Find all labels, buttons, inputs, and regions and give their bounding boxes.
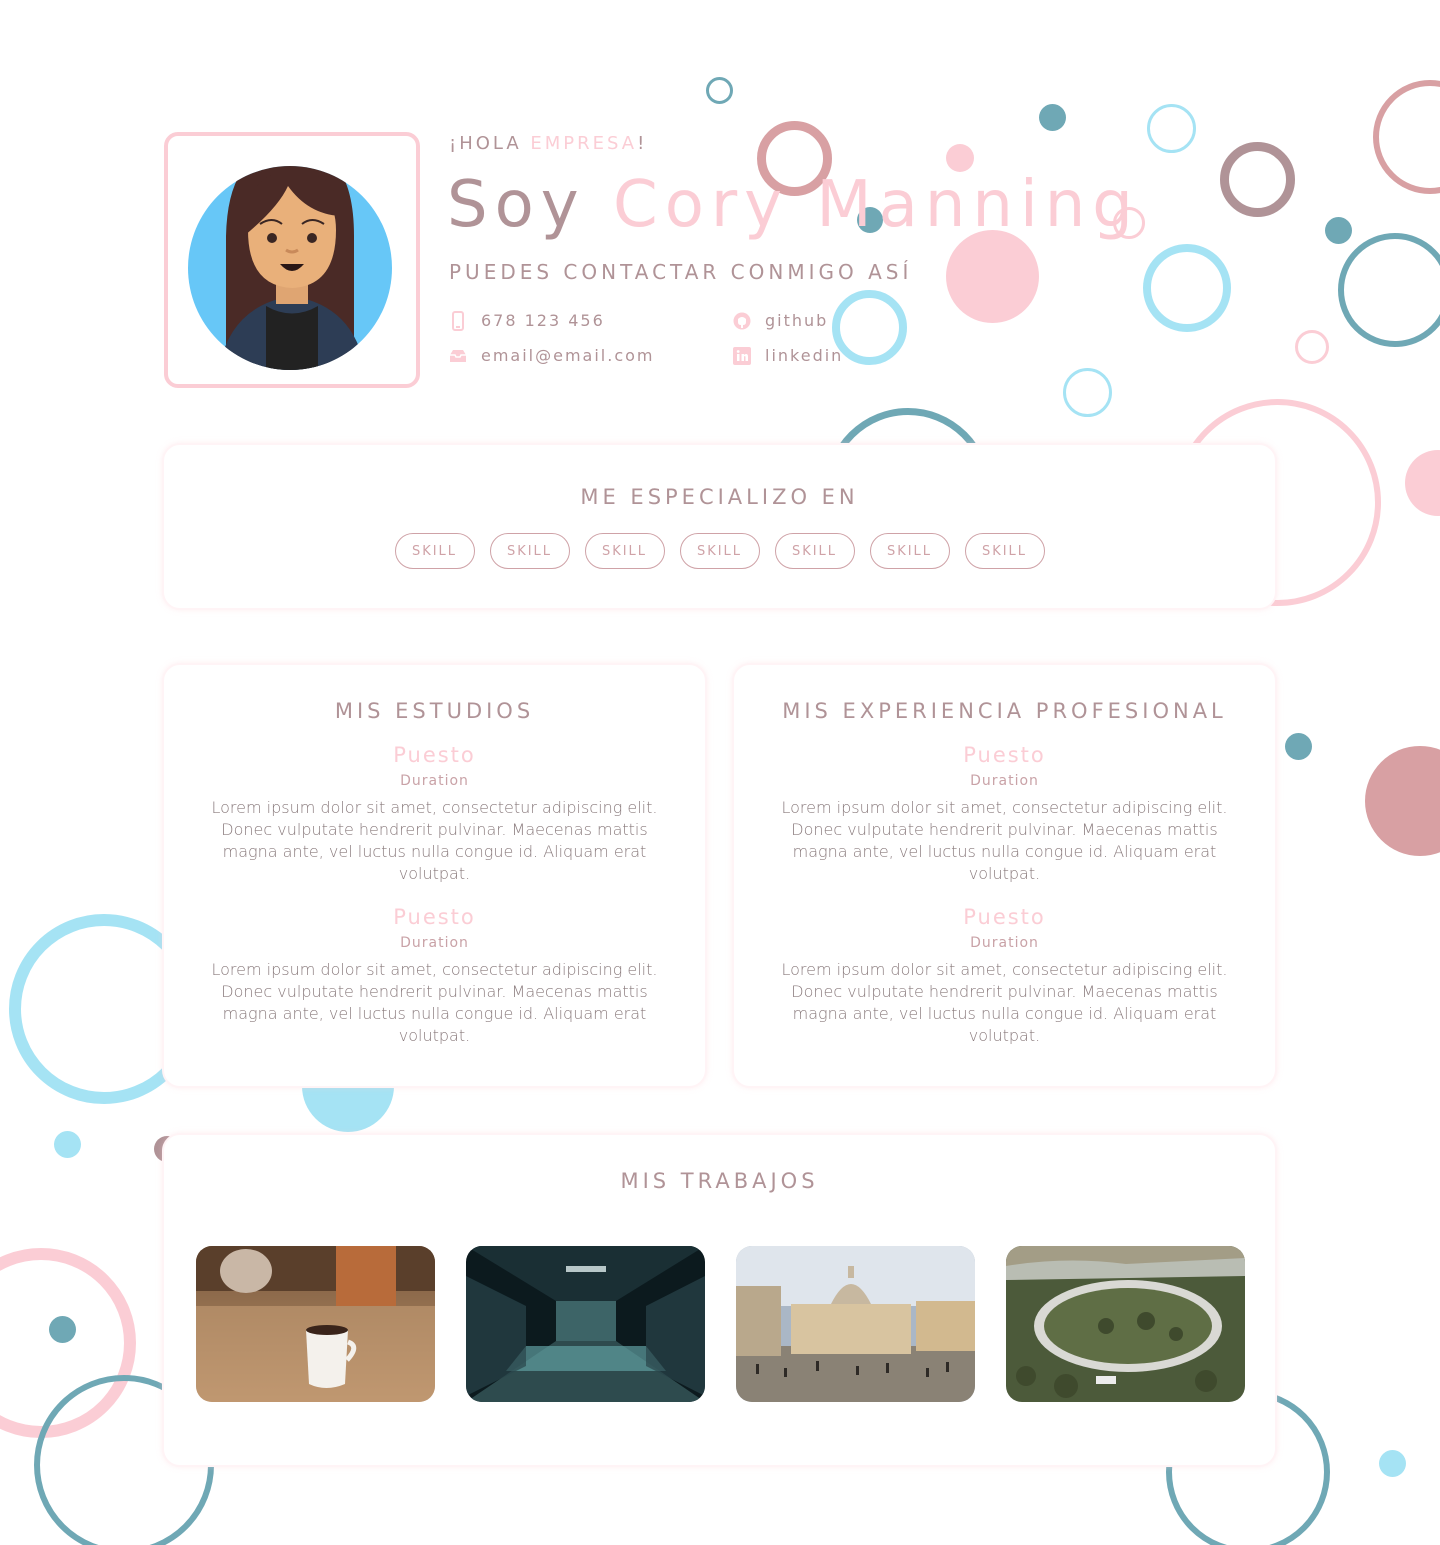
entry-description: Lorem ipsum dolor sit amet, consectetur … xyxy=(781,960,1228,1045)
decorative-circle xyxy=(1405,450,1440,516)
entry-position: Puesto xyxy=(393,743,476,767)
phone-icon xyxy=(449,310,467,331)
contact-github[interactable]: github xyxy=(733,311,828,330)
skills-title: ME ESPECIALIZO EN xyxy=(580,485,859,509)
basilica-square-photo xyxy=(736,1246,975,1402)
contact-title: PUEDES CONTACTAR CONMIGO ASÍ xyxy=(449,260,913,284)
skill-tag: SKILL xyxy=(394,533,475,569)
entry-description: Lorem ipsum dolor sit amet, consectetur … xyxy=(211,798,658,883)
contact-github-label: github xyxy=(765,311,829,330)
experience-section: MIS EXPERIENCIA PROFESIONAL Puesto Durat… xyxy=(732,663,1277,1088)
decorative-circle xyxy=(1379,1450,1406,1477)
skill-tag: SKILL xyxy=(774,533,855,569)
skill-tag: SKILL xyxy=(679,533,760,569)
study-entry: Puesto Duration Lorem ipsum dolor sit am… xyxy=(164,905,705,1047)
experience-entry: Puesto Duration Lorem ipsum dolor sit am… xyxy=(734,743,1275,885)
linkedin-icon xyxy=(733,346,751,365)
decorative-circle xyxy=(1295,330,1329,364)
entry-position: Puesto xyxy=(963,743,1046,767)
greeting-suffix: ! xyxy=(637,133,648,154)
skill-tag: SKILL xyxy=(489,533,570,569)
greeting: ¡HOLA EMPRESA! xyxy=(449,133,647,154)
decorative-circle xyxy=(1285,733,1312,760)
entry-duration: Duration xyxy=(400,935,469,951)
work-thumbnail-coffee-cup[interactable] xyxy=(196,1246,435,1402)
contact-email-label: email@email.com xyxy=(481,346,655,365)
github-icon xyxy=(733,312,751,330)
skill-tag: SKILL xyxy=(584,533,665,569)
contact-email[interactable]: email@email.com xyxy=(449,346,655,365)
entry-description: Lorem ipsum dolor sit amet, consectetur … xyxy=(211,960,658,1045)
decorative-circle xyxy=(49,1316,76,1343)
contact-phone[interactable]: 678 123 456 xyxy=(449,310,605,331)
work-thumbnail-glass-corridor[interactable] xyxy=(466,1246,705,1402)
glass-corridor-photo xyxy=(466,1246,705,1402)
decorative-circle xyxy=(706,77,733,104)
experience-title: MIS EXPERIENCIA PROFESIONAL xyxy=(782,699,1227,723)
skill-tag: SKILL xyxy=(964,533,1045,569)
decorative-circle xyxy=(1220,142,1295,217)
contact-linkedin-label: linkedin xyxy=(765,346,844,365)
entry-duration: Duration xyxy=(400,773,469,789)
skills-section: ME ESPECIALIZO EN SKILL SKILL SKILL SKIL… xyxy=(162,443,1277,610)
experience-entry: Puesto Duration Lorem ipsum dolor sit am… xyxy=(734,905,1275,1047)
decorative-circle xyxy=(1325,217,1352,244)
entry-duration: Duration xyxy=(970,935,1039,951)
greeting-prefix: ¡HOLA xyxy=(449,133,531,154)
decorative-circle xyxy=(1338,233,1440,347)
entry-position: Puesto xyxy=(963,905,1046,929)
entry-description: Lorem ipsum dolor sit amet, consectetur … xyxy=(781,798,1228,883)
entry-position: Puesto xyxy=(393,905,476,929)
profile-avatar xyxy=(164,132,420,388)
contact-phone-label: 678 123 456 xyxy=(481,311,605,330)
decorative-circle xyxy=(54,1131,81,1158)
works-section: MIS TRABAJOS xyxy=(162,1133,1277,1467)
studies-title: MIS ESTUDIOS xyxy=(334,699,535,723)
skills-list: SKILL SKILL SKILL SKILL SKILL SKILL SKIL… xyxy=(164,533,1275,569)
contact-linkedin[interactable]: linkedin xyxy=(733,346,843,365)
avatar-illustration xyxy=(188,166,392,370)
works-gallery xyxy=(196,1246,1245,1402)
decorative-circle xyxy=(1365,746,1440,856)
studies-section: MIS ESTUDIOS Puesto Duration Lorem ipsum… xyxy=(162,663,707,1088)
skill-tag: SKILL xyxy=(869,533,950,569)
email-icon xyxy=(449,347,467,365)
decorative-circle xyxy=(1063,368,1112,417)
circular-campus-photo xyxy=(1006,1246,1245,1402)
headline-name: Cory Manning xyxy=(613,168,1140,242)
decorative-circle xyxy=(1143,244,1231,332)
entry-duration: Duration xyxy=(970,773,1039,789)
page-title: Soy Cory Manning xyxy=(447,168,1140,242)
work-thumbnail-circular-campus[interactable] xyxy=(1006,1246,1245,1402)
headline-prefix: Soy xyxy=(447,168,613,242)
work-thumbnail-basilica-square[interactable] xyxy=(736,1246,975,1402)
decorative-circle xyxy=(1039,104,1066,131)
greeting-accent: EMPRESA xyxy=(530,133,638,154)
decorative-circle xyxy=(1147,104,1196,153)
decorative-circle xyxy=(946,230,1039,323)
works-title: MIS TRABAJOS xyxy=(620,1169,819,1193)
coffee-cup-photo xyxy=(196,1246,435,1402)
decorative-circle xyxy=(1373,80,1440,194)
study-entry: Puesto Duration Lorem ipsum dolor sit am… xyxy=(164,743,705,885)
